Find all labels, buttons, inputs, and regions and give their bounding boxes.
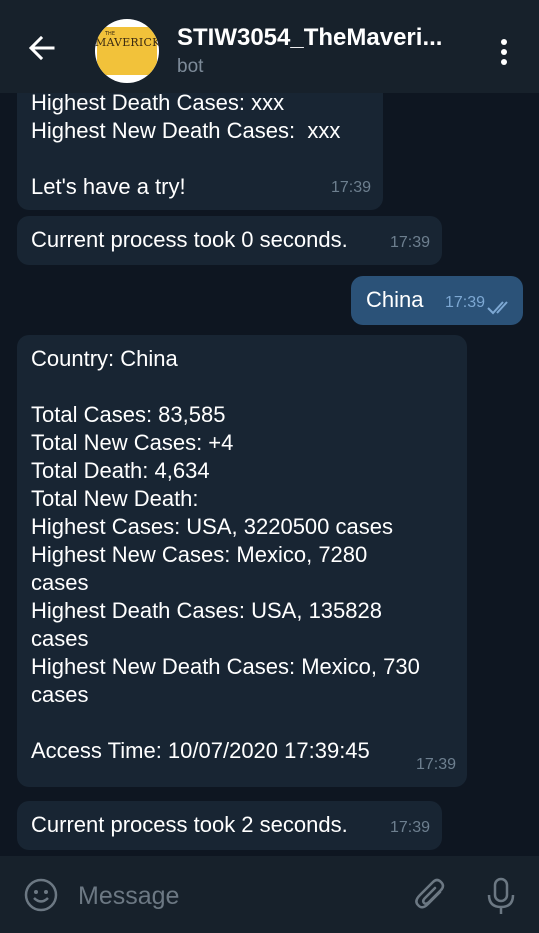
message-bubble-incoming[interactable]: Current process took 0 seconds. 17:39 xyxy=(17,216,442,265)
message-text: Country: China Total Cases: 83,585 Total… xyxy=(31,346,420,763)
message-time: 17:39 xyxy=(444,294,485,311)
message-time: 17:39 xyxy=(330,179,371,196)
message-text: Current process took 2 seconds. xyxy=(31,812,348,837)
message-time: 17:39 xyxy=(389,819,430,836)
attach-button[interactable] xyxy=(413,877,449,915)
chat-title[interactable]: STIW3054_TheMaveri... xyxy=(177,24,477,52)
message-input[interactable] xyxy=(78,878,398,914)
avatar[interactable]: THE MAVERICKS xyxy=(95,19,159,83)
emoji-button[interactable] xyxy=(23,877,59,913)
arrow-left-icon xyxy=(28,35,55,61)
message-text: Highest Death Cases: xxx Highest New Dea… xyxy=(31,93,341,199)
message-bubble-incoming[interactable]: Current process took 2 seconds. 17:39 xyxy=(17,801,442,850)
message-list[interactable]: Highest Death Cases: xxx Highest New Dea… xyxy=(0,93,539,856)
chat-screen: THE MAVERICKS STIW3054_TheMaveri... bot … xyxy=(0,0,539,933)
more-options-button[interactable] xyxy=(492,34,516,70)
more-vertical-icon xyxy=(501,39,507,45)
chat-subtitle: bot xyxy=(177,56,204,77)
more-vertical-icon-dot xyxy=(501,59,507,65)
emoji-icon xyxy=(24,878,58,912)
microphone-icon xyxy=(487,877,515,914)
message-bubble-incoming[interactable]: Country: China Total Cases: 83,585 Total… xyxy=(17,335,467,787)
paperclip-icon xyxy=(415,878,445,909)
back-button[interactable] xyxy=(26,32,58,64)
voice-record-button[interactable] xyxy=(484,876,518,916)
message-time: 17:39 xyxy=(389,234,430,251)
double-check-icon xyxy=(487,301,508,315)
avatar-text: MAVERICKS xyxy=(95,36,159,49)
chat-header: THE MAVERICKS STIW3054_TheMaveri... bot xyxy=(0,0,539,93)
message-text: Current process took 0 seconds. xyxy=(31,227,348,252)
message-time: 17:39 xyxy=(415,756,456,773)
more-vertical-icon-dot xyxy=(501,49,507,55)
message-bubble-outgoing[interactable]: China 17:39 xyxy=(351,276,523,325)
message-bubble-incoming[interactable]: Highest Death Cases: xxx Highest New Dea… xyxy=(17,93,383,210)
